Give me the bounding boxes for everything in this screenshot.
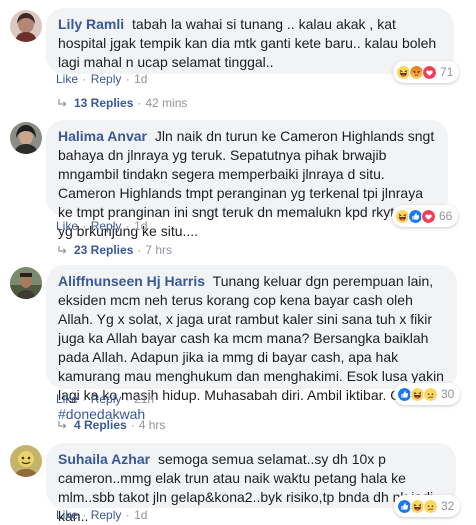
view-replies[interactable]: 4 Replies · 4 hrs	[56, 417, 165, 433]
comment-actions: Like · Reply · 1d	[56, 219, 148, 233]
timestamp[interactable]: 21h	[134, 392, 154, 406]
avatar[interactable]	[10, 122, 42, 154]
reaction-count: 66	[439, 209, 453, 223]
comment-actions: Like · Reply · 1d	[56, 508, 148, 522]
author-name[interactable]: Lily Ramli	[58, 16, 124, 32]
author-name[interactable]: Suhaila Azhar	[58, 451, 150, 467]
reaction-count: 71	[440, 65, 454, 79]
replies-time: 7 hrs	[145, 243, 173, 257]
reply-arrow-icon	[56, 244, 68, 256]
timestamp[interactable]: 1d	[134, 508, 147, 522]
reply-link[interactable]: Reply	[91, 219, 122, 233]
reply-count[interactable]: 13 Replies	[74, 95, 133, 111]
comment-bubble: Halima Anvar Jln naik dn turun ke Camero…	[46, 120, 448, 239]
like-link[interactable]: Like	[56, 508, 78, 522]
reply-link[interactable]: Reply	[91, 508, 122, 522]
comment-actions: Like · Reply · 1d	[56, 72, 148, 86]
reaction-count: 32	[441, 499, 455, 513]
comment-bubble: Suhaila Azhar semoga semua selamat..sy d…	[46, 443, 456, 524]
comment-bubble: Lily Ramli tabah la wahai si tunang .. k…	[46, 8, 454, 74]
sad-icon	[423, 498, 438, 514]
reaction-summary[interactable]: 30	[394, 383, 461, 405]
timestamp[interactable]: 1d	[134, 72, 147, 86]
reply-link[interactable]: Reply	[91, 72, 122, 86]
view-replies[interactable]: 23 Replies · 7 hrs	[56, 242, 172, 258]
reply-link[interactable]: Reply	[91, 392, 122, 406]
avatar[interactable]	[10, 445, 42, 477]
reaction-count: 30	[441, 387, 455, 401]
reply-count[interactable]: 4 Replies	[74, 417, 127, 433]
avatar[interactable]	[10, 10, 42, 42]
like-link[interactable]: Like	[56, 392, 78, 406]
comment-text: Tunang keluar dgn perempuan lain, ekside…	[58, 273, 444, 403]
love-icon	[422, 64, 437, 80]
reaction-summary[interactable]: 71	[393, 61, 460, 83]
reply-arrow-icon	[56, 97, 68, 109]
sad-icon	[423, 386, 438, 402]
avatar[interactable]	[10, 267, 42, 299]
comment-bubble: Aliffnunseen Hj Harris Tunang keluar dgn…	[46, 265, 457, 422]
reply-count[interactable]: 23 Replies	[74, 242, 133, 258]
reply-arrow-icon	[56, 419, 68, 431]
comment-actions: Like · Reply · 21h	[56, 392, 155, 406]
reaction-summary[interactable]: 66	[392, 205, 459, 227]
replies-time: 42 mins	[145, 96, 188, 110]
author-name[interactable]: Aliffnunseen Hj Harris	[58, 273, 205, 289]
like-link[interactable]: Like	[56, 219, 78, 233]
author-name[interactable]: Halima Anvar	[58, 128, 147, 144]
reaction-summary[interactable]: 32	[394, 495, 461, 517]
view-replies[interactable]: 13 Replies · 42 mins	[56, 95, 187, 111]
timestamp[interactable]: 1d	[134, 219, 147, 233]
love-icon	[421, 208, 436, 224]
like-link[interactable]: Like	[56, 72, 78, 86]
replies-time: 4 hrs	[138, 418, 166, 432]
